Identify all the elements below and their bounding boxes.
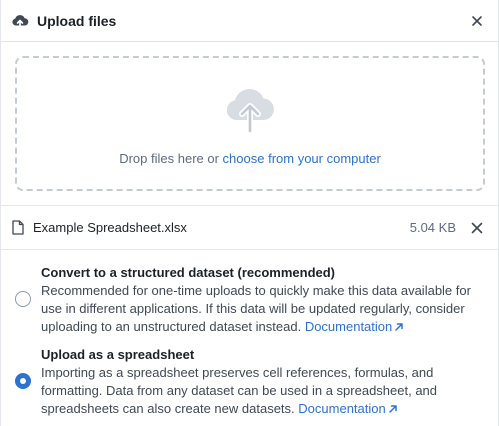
option-description: Recommended for one-time uploads to quic…	[41, 282, 489, 336]
file-name: Example Spreadsheet.xlsx	[33, 220, 187, 235]
remove-file-icon[interactable]	[470, 221, 484, 235]
option-title: Convert to a structured dataset (recomme…	[41, 265, 336, 280]
radio-structured-dataset[interactable]	[15, 291, 31, 307]
dialog-header: Upload files	[1, 0, 498, 42]
file-row: Example Spreadsheet.xlsx 5.04 KB	[1, 206, 499, 250]
cloud-upload-icon	[222, 82, 278, 134]
option-title: Upload as a spreadsheet	[41, 347, 195, 362]
external-link-icon	[395, 323, 404, 331]
file-dropzone[interactable]: Drop files here or choose from your comp…	[15, 56, 485, 191]
document-icon	[12, 220, 26, 236]
dropzone-text: Drop files here or choose from your comp…	[119, 151, 381, 166]
close-icon[interactable]	[468, 12, 486, 30]
documentation-link-label: Documentation	[304, 319, 393, 334]
documentation-link[interactable]: Documentation	[298, 401, 397, 416]
documentation-link-label: Documentation	[298, 401, 386, 416]
file-size: 5.04 KB	[409, 220, 456, 235]
option-body: Upload as a spreadsheet Importing as a s…	[41, 346, 489, 418]
external-link-icon	[388, 405, 397, 413]
option-description: Importing as a spreadsheet preserves cel…	[41, 364, 489, 418]
radio-spreadsheet[interactable]	[15, 373, 31, 389]
upload-files-dialog: Upload files Drop files here or choose f…	[0, 0, 499, 426]
option-body: Convert to a structured dataset (recomme…	[41, 264, 489, 336]
upload-cloud-icon	[11, 12, 29, 30]
choose-file-link[interactable]: choose from your computer	[223, 151, 381, 166]
dialog-title: Upload files	[37, 12, 117, 29]
option-description-text: Recommended for one-time uploads to quic…	[41, 283, 471, 334]
documentation-link[interactable]: Documentation	[305, 319, 404, 334]
dropzone-prompt: Drop files here or	[119, 151, 223, 166]
